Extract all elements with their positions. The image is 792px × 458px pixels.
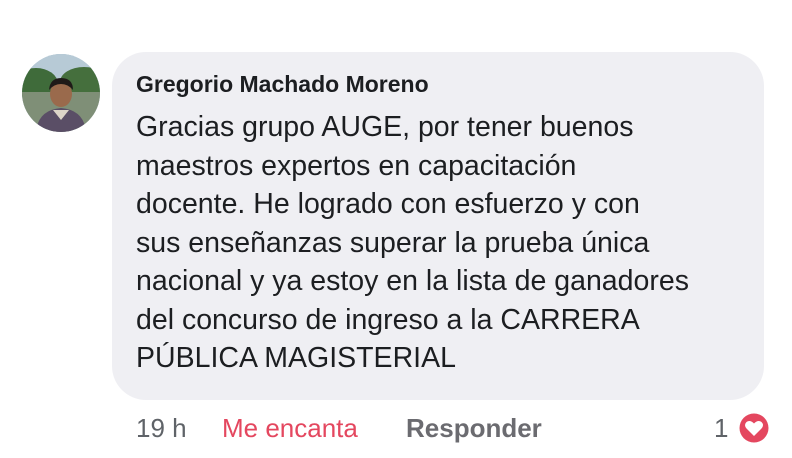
comment-line: sus enseñanzas superar la prueba única [136,226,650,259]
comment-line: maestros expertos en capacitación [136,149,577,182]
comment-text: Gracias grupo AUGE, por tener buenos mae… [136,108,740,378]
avatar[interactable] [22,54,100,132]
comment-line: PÚBLICA MAGISTERIAL [136,342,456,374]
comment-timestamp: 19 h [136,413,187,443]
comment-line: del concurso de ingreso a la CARRERA [136,303,640,336]
comment-bubble: Gregorio Machado Moreno Gracias grupo AU… [112,52,764,400]
avatar-photo [22,54,100,132]
reply-button[interactable]: Responder [406,410,542,446]
comment-author[interactable]: Gregorio Machado Moreno [136,70,740,98]
comment-line: Gracias grupo AUGE, por tener buenos [136,111,634,143]
reaction-count[interactable]: 1 [714,410,728,446]
comment-actions: 19 h Me encanta Responder 1 [0,410,792,446]
comment-line: docente. He logrado con esfuerzo y con [136,188,640,220]
love-reaction-button[interactable]: Me encanta [222,410,358,446]
comment-line: nacional y ya estoy en la lista de ganad… [136,265,689,297]
love-heart-icon[interactable] [736,410,772,446]
